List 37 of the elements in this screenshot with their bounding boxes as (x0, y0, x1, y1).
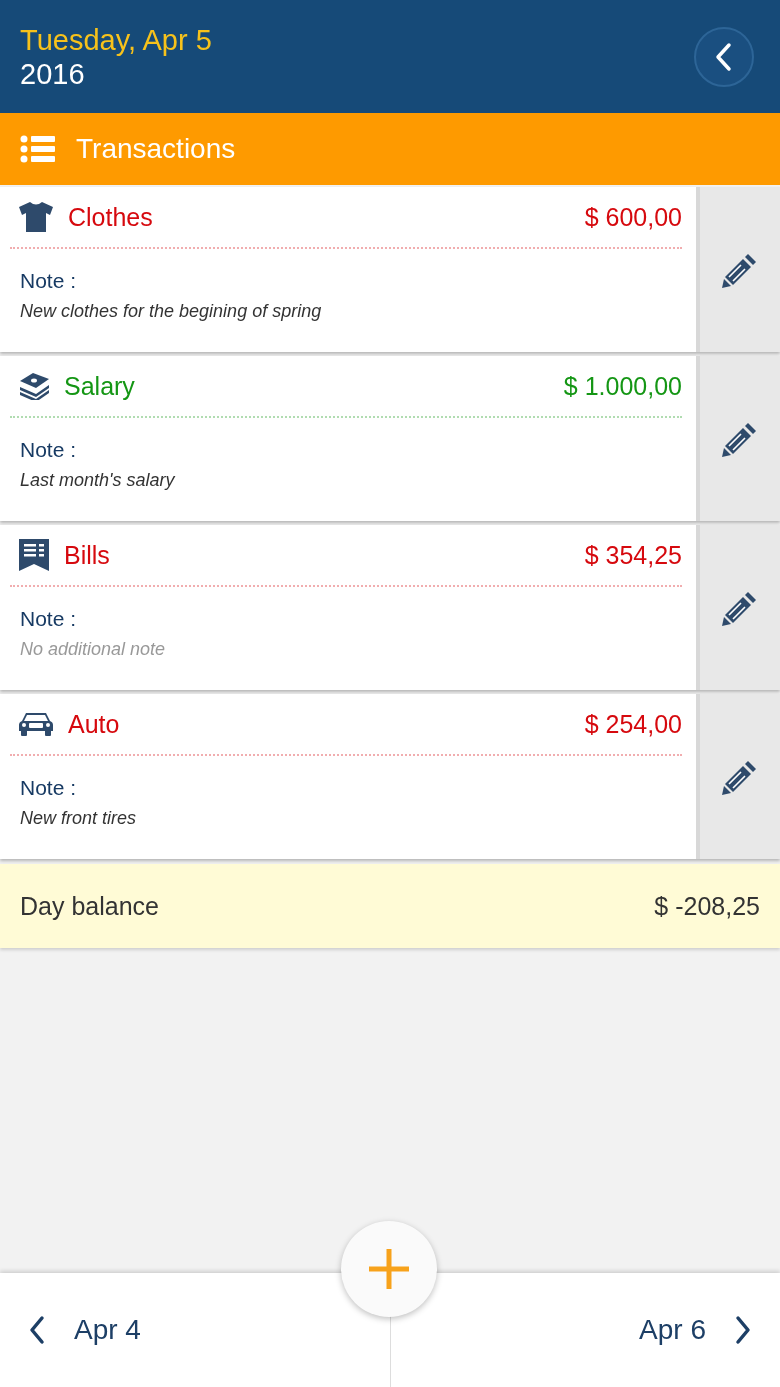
car-icon (18, 711, 54, 737)
transaction-amount: $ 354,25 (584, 540, 682, 570)
receipt-icon (18, 538, 50, 572)
edit-button[interactable] (696, 187, 780, 352)
category-name: Clothes (68, 202, 153, 232)
note-label: Note : (20, 776, 77, 800)
chevron-left-icon (714, 41, 734, 72)
note-text: New front tires (20, 808, 137, 829)
previous-day-button[interactable]: Apr 4 (0, 1273, 390, 1387)
note-label: Note : (20, 438, 77, 462)
balance-amount: $ -208,25 (654, 891, 760, 921)
chevron-right-icon (734, 1315, 752, 1345)
transaction-amount: $ 254,00 (584, 709, 682, 739)
note-text: No additional note (20, 639, 166, 660)
add-button[interactable] (341, 1221, 437, 1317)
next-day-button[interactable]: Apr 6 (390, 1273, 780, 1387)
note-text: Last month's salary (20, 470, 175, 491)
list-icon (20, 135, 56, 163)
note-label: Note : (20, 269, 77, 293)
t-shirt-icon (18, 201, 54, 233)
plus-icon (367, 1247, 411, 1291)
note-text: New clothes for the begining of spring (20, 301, 322, 322)
chevron-left-icon (28, 1315, 46, 1345)
date-title: Tuesday, Apr 5 (20, 22, 212, 57)
note-label: Note : (20, 607, 77, 631)
category-name: Salary (64, 371, 135, 401)
balance-label: Day balance (20, 891, 159, 921)
year-title: 2016 (20, 56, 86, 91)
category-name: Bills (64, 540, 110, 570)
transaction-amount: $ 600,00 (584, 202, 682, 232)
edit-button[interactable] (696, 356, 780, 521)
transaction-amount: $ 1.000,00 (563, 371, 682, 401)
category-name: Auto (68, 709, 120, 739)
edit-button[interactable] (696, 694, 780, 859)
edit-button[interactable] (696, 525, 780, 690)
money-stack-icon (18, 372, 50, 400)
section-title: Transactions (76, 133, 236, 165)
